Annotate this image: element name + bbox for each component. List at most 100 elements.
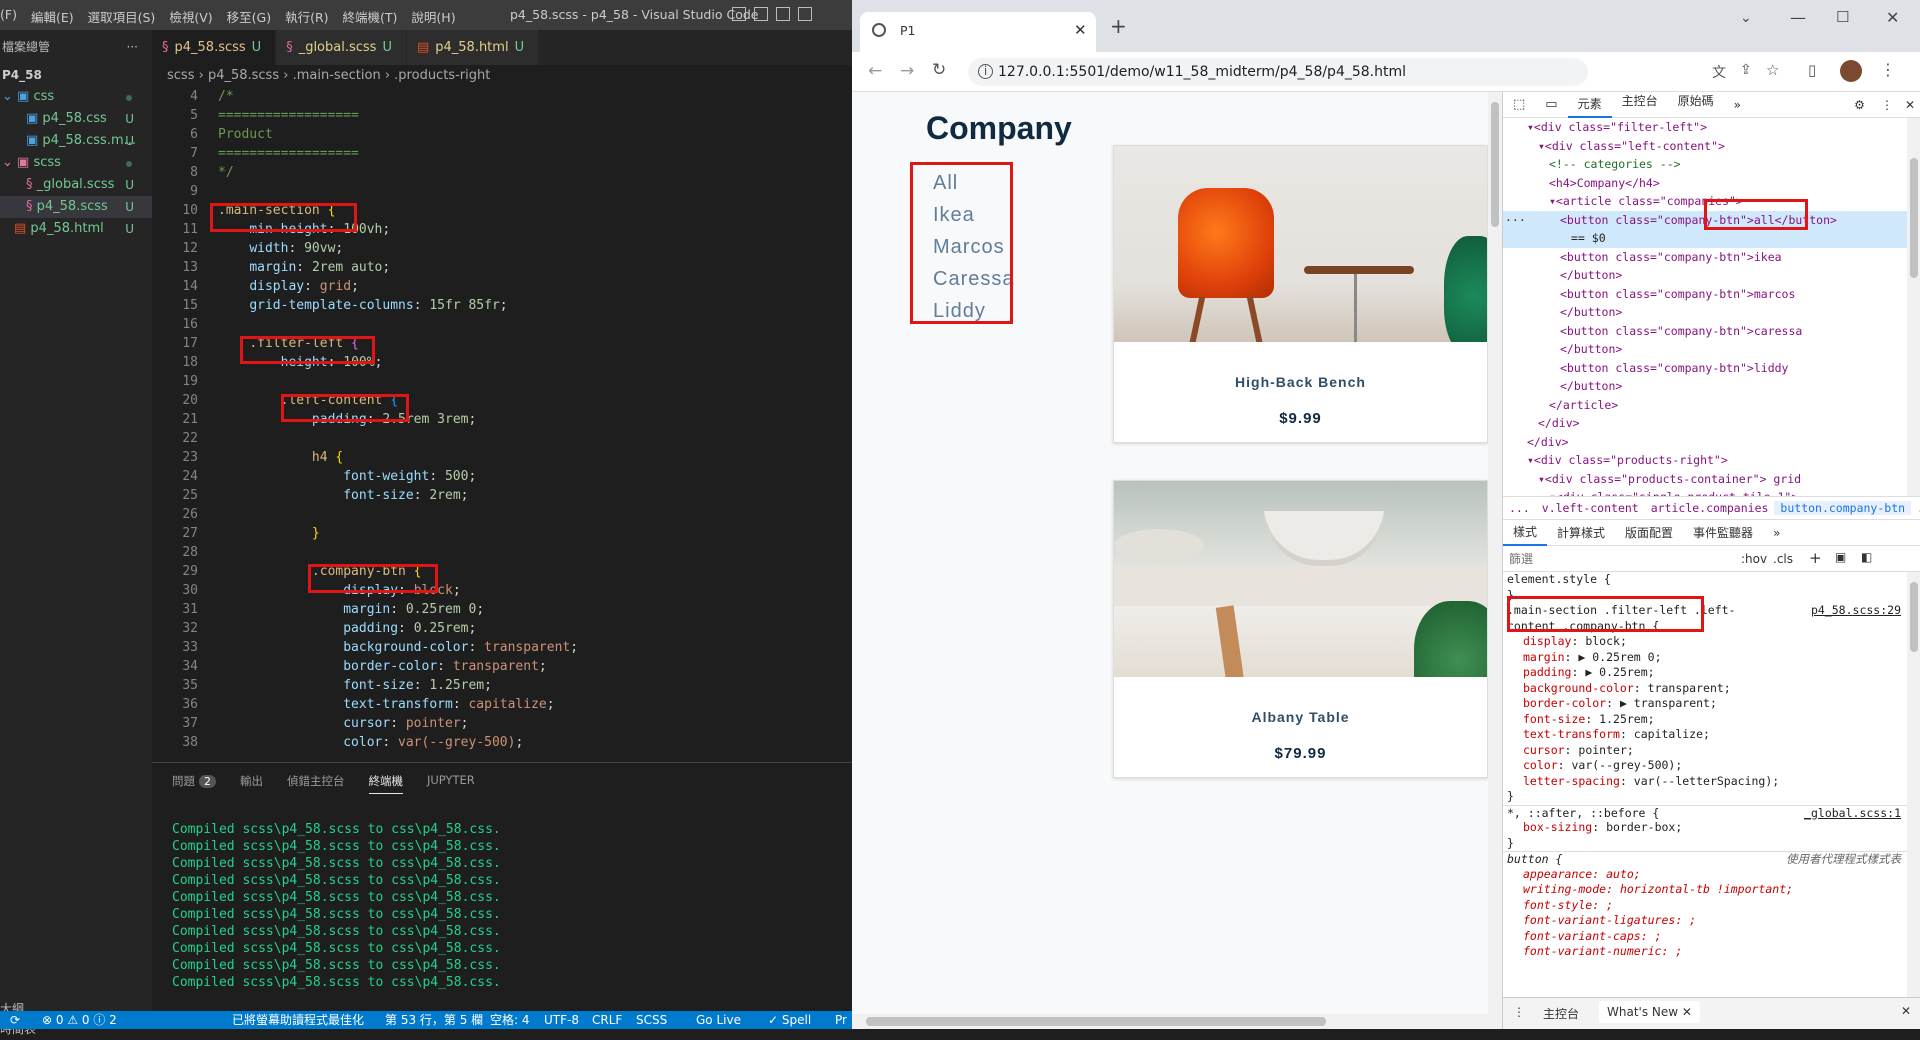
translate-icon[interactable]: 文 [1712,62,1726,82]
indentation-status[interactable]: 空格: 4 [490,1011,530,1029]
close-drawer-icon[interactable]: ✕ [1901,1004,1911,1018]
project-root[interactable]: P4_58 [0,64,152,86]
styles-scrollbar-thumb[interactable] [1910,582,1918,652]
breadcrumb-item[interactable]: scss [167,68,194,83]
editor-tab[interactable]: § _global.scss U [276,30,407,65]
back-icon[interactable]: ← [868,61,882,81]
devtools-menu-icon[interactable]: ⋮ [1875,98,1899,112]
toggle-sidebar-icon[interactable] [732,7,746,21]
toggle-secondary-sidebar-icon[interactable] [776,7,790,21]
style-tab[interactable]: 事件監聽器 [1683,524,1763,541]
styles-scrollbar[interactable] [1907,572,1920,997]
dom-node[interactable]: <button class="company-btn">liddy [1503,359,1907,378]
dom-node[interactable]: </div> [1503,433,1907,452]
dom-crumb[interactable]: ... [1911,501,1920,515]
panel-tab[interactable]: 輸出 [240,773,263,794]
horizontal-scrollbar[interactable] [852,1014,1488,1029]
cursor-position[interactable]: 第 53 行，第 5 欄 [385,1011,483,1029]
page-scrollbar[interactable] [1488,92,1502,1029]
dom-node[interactable]: ▾<div class="single-product tile-1"> [1503,488,1907,496]
dom-node[interactable]: </button> [1503,377,1907,396]
menu-item-1[interactable]: 編輯(E) [31,7,74,26]
style-tab[interactable]: 計算樣式 [1547,524,1615,541]
editor-tab[interactable]: § p4_58.scss U [152,30,277,65]
forward-icon[interactable]: → [900,61,914,81]
inspect-element-icon[interactable]: ⬚ [1503,97,1535,112]
dom-node[interactable]: </article> [1503,396,1907,415]
spell-status[interactable]: ✓ Spell [768,1011,811,1029]
url-input[interactable]: 127.0.0.1:5501/demo/w11_58_midterm/p4_58… [968,58,1588,86]
dom-node[interactable]: </button> [1503,266,1907,285]
side-panel-icon[interactable]: ▯ [1808,61,1816,79]
terminal-output[interactable]: Compiled scss\p4_58.scss to css\p4_58.cs… [172,821,501,991]
more-style-tabs-icon[interactable]: » [1763,526,1790,540]
dom-crumb[interactable]: ... [1503,501,1536,515]
minimize-icon[interactable]: — [1790,8,1806,27]
drawer-tab-whats-new[interactable]: What's New ✕ [1599,1001,1700,1023]
problems-status[interactable]: ⊗ 0 ⚠ 0 ⓘ 2 [42,1011,117,1029]
panel-tab[interactable]: 問題 2 [172,773,216,794]
menu-item-3[interactable]: 檢視(V) [169,7,212,26]
product-card[interactable]: High-Back Bench $9.99 [1113,145,1488,443]
browser-tab[interactable]: P1 ✕ [860,12,1096,52]
dom-node[interactable]: </button> [1503,340,1907,359]
style-tab[interactable]: 版面配置 [1615,524,1683,541]
share-icon[interactable]: ⇪ [1740,62,1752,78]
dom-crumb[interactable]: article.companies [1645,501,1775,515]
screen-reader-status[interactable]: 已將螢幕助讀程式最佳化 [232,1011,364,1029]
bookmark-star-icon[interactable]: ☆ [1766,61,1779,79]
devtools-tab[interactable]: 元素 [1567,92,1612,118]
editor-tab[interactable]: ▤ p4_58.html U [406,30,540,65]
computed-toggle-icon[interactable]: ▣ [1835,550,1846,564]
scrollbar-thumb[interactable] [1491,102,1499,227]
styles-filter-input[interactable] [1509,550,1709,568]
styles-pane[interactable]: element.style {} p4_58.scss:29 .main-secti… [1503,572,1907,997]
breadcrumb-item[interactable]: .products-right [394,68,490,83]
dom-node[interactable]: <button class="company-btn">ikea [1503,248,1907,267]
tree-item-scss[interactable]: § _global.scss U [0,174,152,196]
tree-item-css[interactable]: ▣ p4_58.css.m... U [0,130,152,152]
language-mode[interactable]: SCSS [636,1011,667,1029]
drawer-menu-icon[interactable]: ⋮ [1513,1005,1525,1019]
dom-node[interactable]: </div> [1503,414,1907,433]
dom-node[interactable]: <button class="company-btn">caressa [1503,322,1907,341]
close-tab-icon[interactable]: ✕ [1074,21,1087,39]
panel-tab[interactable]: 偵錯主控台 [287,773,345,794]
new-tab-icon[interactable]: + [1110,14,1127,38]
style-source-link[interactable]: _global.scss:1 [1804,806,1901,822]
menu-item-7[interactable]: 說明(H) [411,7,455,26]
hov-toggle[interactable]: :hov [1741,552,1767,566]
tree-item-scss[interactable]: § p4_58.scss U [0,196,152,218]
panel-tab[interactable]: JUPYTER [427,773,475,794]
customize-layout-icon[interactable] [798,7,812,21]
tree-item-css[interactable]: ▣ p4_58.css U [0,108,152,130]
cls-toggle[interactable]: .cls [1773,552,1793,566]
dom-node[interactable]: == $0 [1503,229,1907,248]
dom-node[interactable]: <button class="company-btn">marcos [1503,285,1907,304]
reload-icon[interactable]: ↻ [932,60,946,80]
drawer-tab-console[interactable]: 主控台 [1543,1005,1579,1022]
tree-item-html[interactable]: ▤ p4_58.html U [0,218,152,240]
site-info-icon[interactable]: i [978,64,993,79]
sync-icon[interactable]: ⟳ [10,1011,20,1029]
menu-item-0[interactable]: (F) [0,7,17,26]
panel-tab[interactable]: 終端機 [368,773,403,794]
dom-node[interactable]: ▾<div class="products-right"> [1503,451,1907,470]
sidebar-toggle-icon[interactable]: ◧ [1861,550,1872,564]
settings-gear-icon[interactable]: ⚙ [1844,98,1875,112]
dom-node[interactable]: ▾<div class="left-content"> [1503,137,1907,156]
profile-avatar[interactable] [1840,60,1862,82]
devtools-tab[interactable]: 主控台 [1612,92,1668,118]
dom-tree[interactable]: ▾<div class="filter-left"> ▾<div class="l… [1503,118,1907,496]
maximize-icon[interactable]: ☐ [1836,8,1849,26]
breadcrumb-item[interactable]: p4_58.scss [208,68,279,83]
dom-node[interactable]: ▾<div class="products-container"> grid [1503,470,1907,489]
menu-item-6[interactable]: 終端機(T) [343,7,398,26]
menu-item-2[interactable]: 選取項目(S) [88,7,156,26]
style-tab[interactable]: 樣式 [1503,520,1548,546]
dom-node[interactable]: <!-- categories --> [1503,155,1907,174]
tree-item-folder[interactable]: ⌄ ▣ scss [0,152,152,174]
style-source-link[interactable]: p4_58.scss:29 [1811,603,1901,619]
h-scrollbar-thumb[interactable] [866,1017,1326,1026]
dom-crumb[interactable]: v.left-content [1536,501,1645,515]
